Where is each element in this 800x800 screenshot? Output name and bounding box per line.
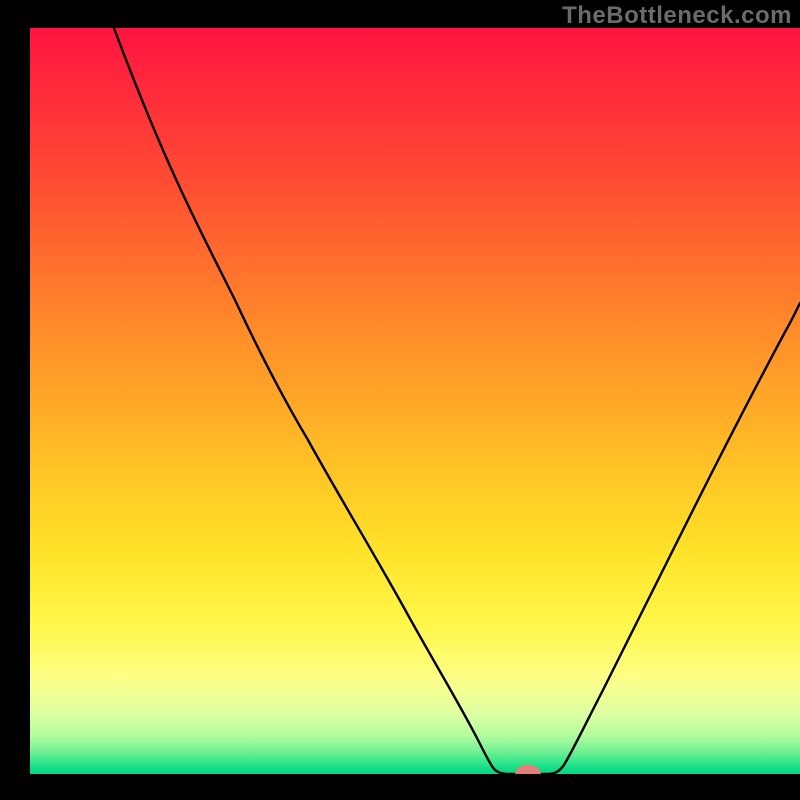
chart-container: { "watermark": "TheBottleneck.com", "gra… bbox=[0, 0, 800, 800]
watermark-text: TheBottleneck.com bbox=[562, 2, 792, 30]
bottleneck-chart bbox=[0, 0, 800, 800]
gradient-background bbox=[30, 28, 800, 774]
